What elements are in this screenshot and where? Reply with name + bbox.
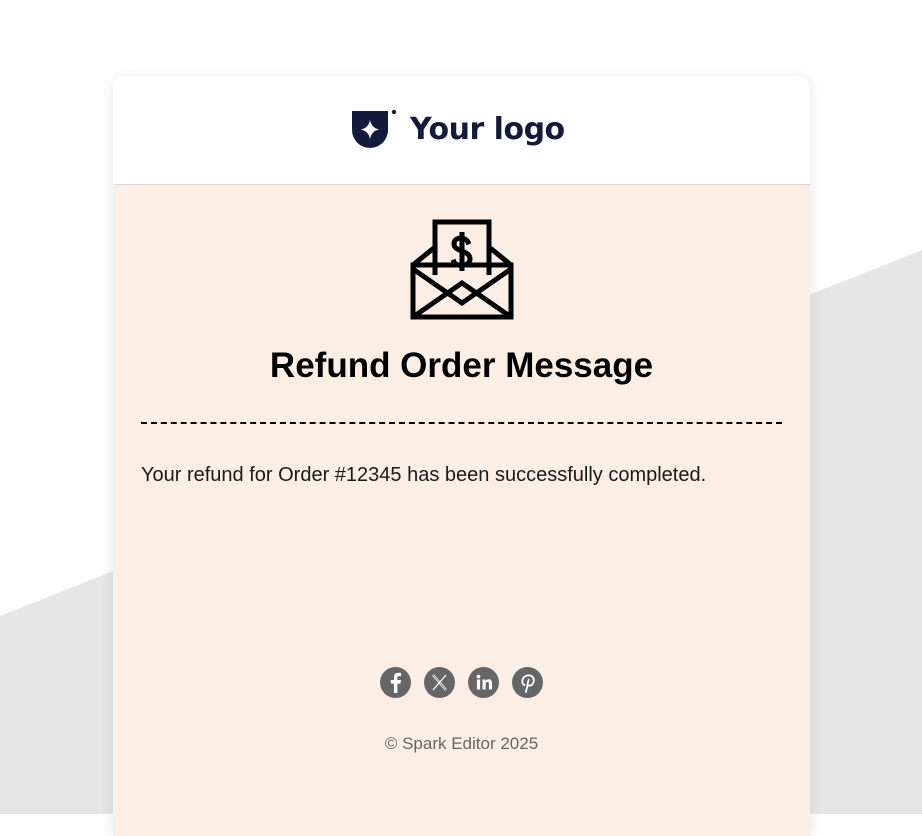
email-header: Your logo [113, 76, 810, 185]
envelope-dollar-icon [410, 219, 514, 320]
email-title: Refund Order Message [269, 346, 654, 385]
logo[interactable]: Your logo [350, 109, 565, 151]
facebook-icon [390, 672, 402, 693]
dashed-divider [141, 422, 782, 424]
x-icon [432, 674, 447, 691]
refund-message: Your refund for Order #12345 has been su… [141, 464, 707, 486]
logo-mark-icon [352, 109, 397, 148]
social-links [380, 667, 543, 698]
linkedin-link[interactable] [468, 667, 499, 698]
logo-text: Your logo [410, 112, 565, 147]
pinterest-icon [521, 674, 535, 693]
linkedin-icon [476, 674, 492, 690]
pinterest-link[interactable] [512, 667, 543, 698]
x-link[interactable] [424, 667, 455, 698]
facebook-link[interactable] [380, 667, 411, 698]
email-card: Your logo Refund Order Message Your refu… [113, 76, 810, 836]
copyright-text: © Spark Editor 2025 [384, 734, 539, 753]
